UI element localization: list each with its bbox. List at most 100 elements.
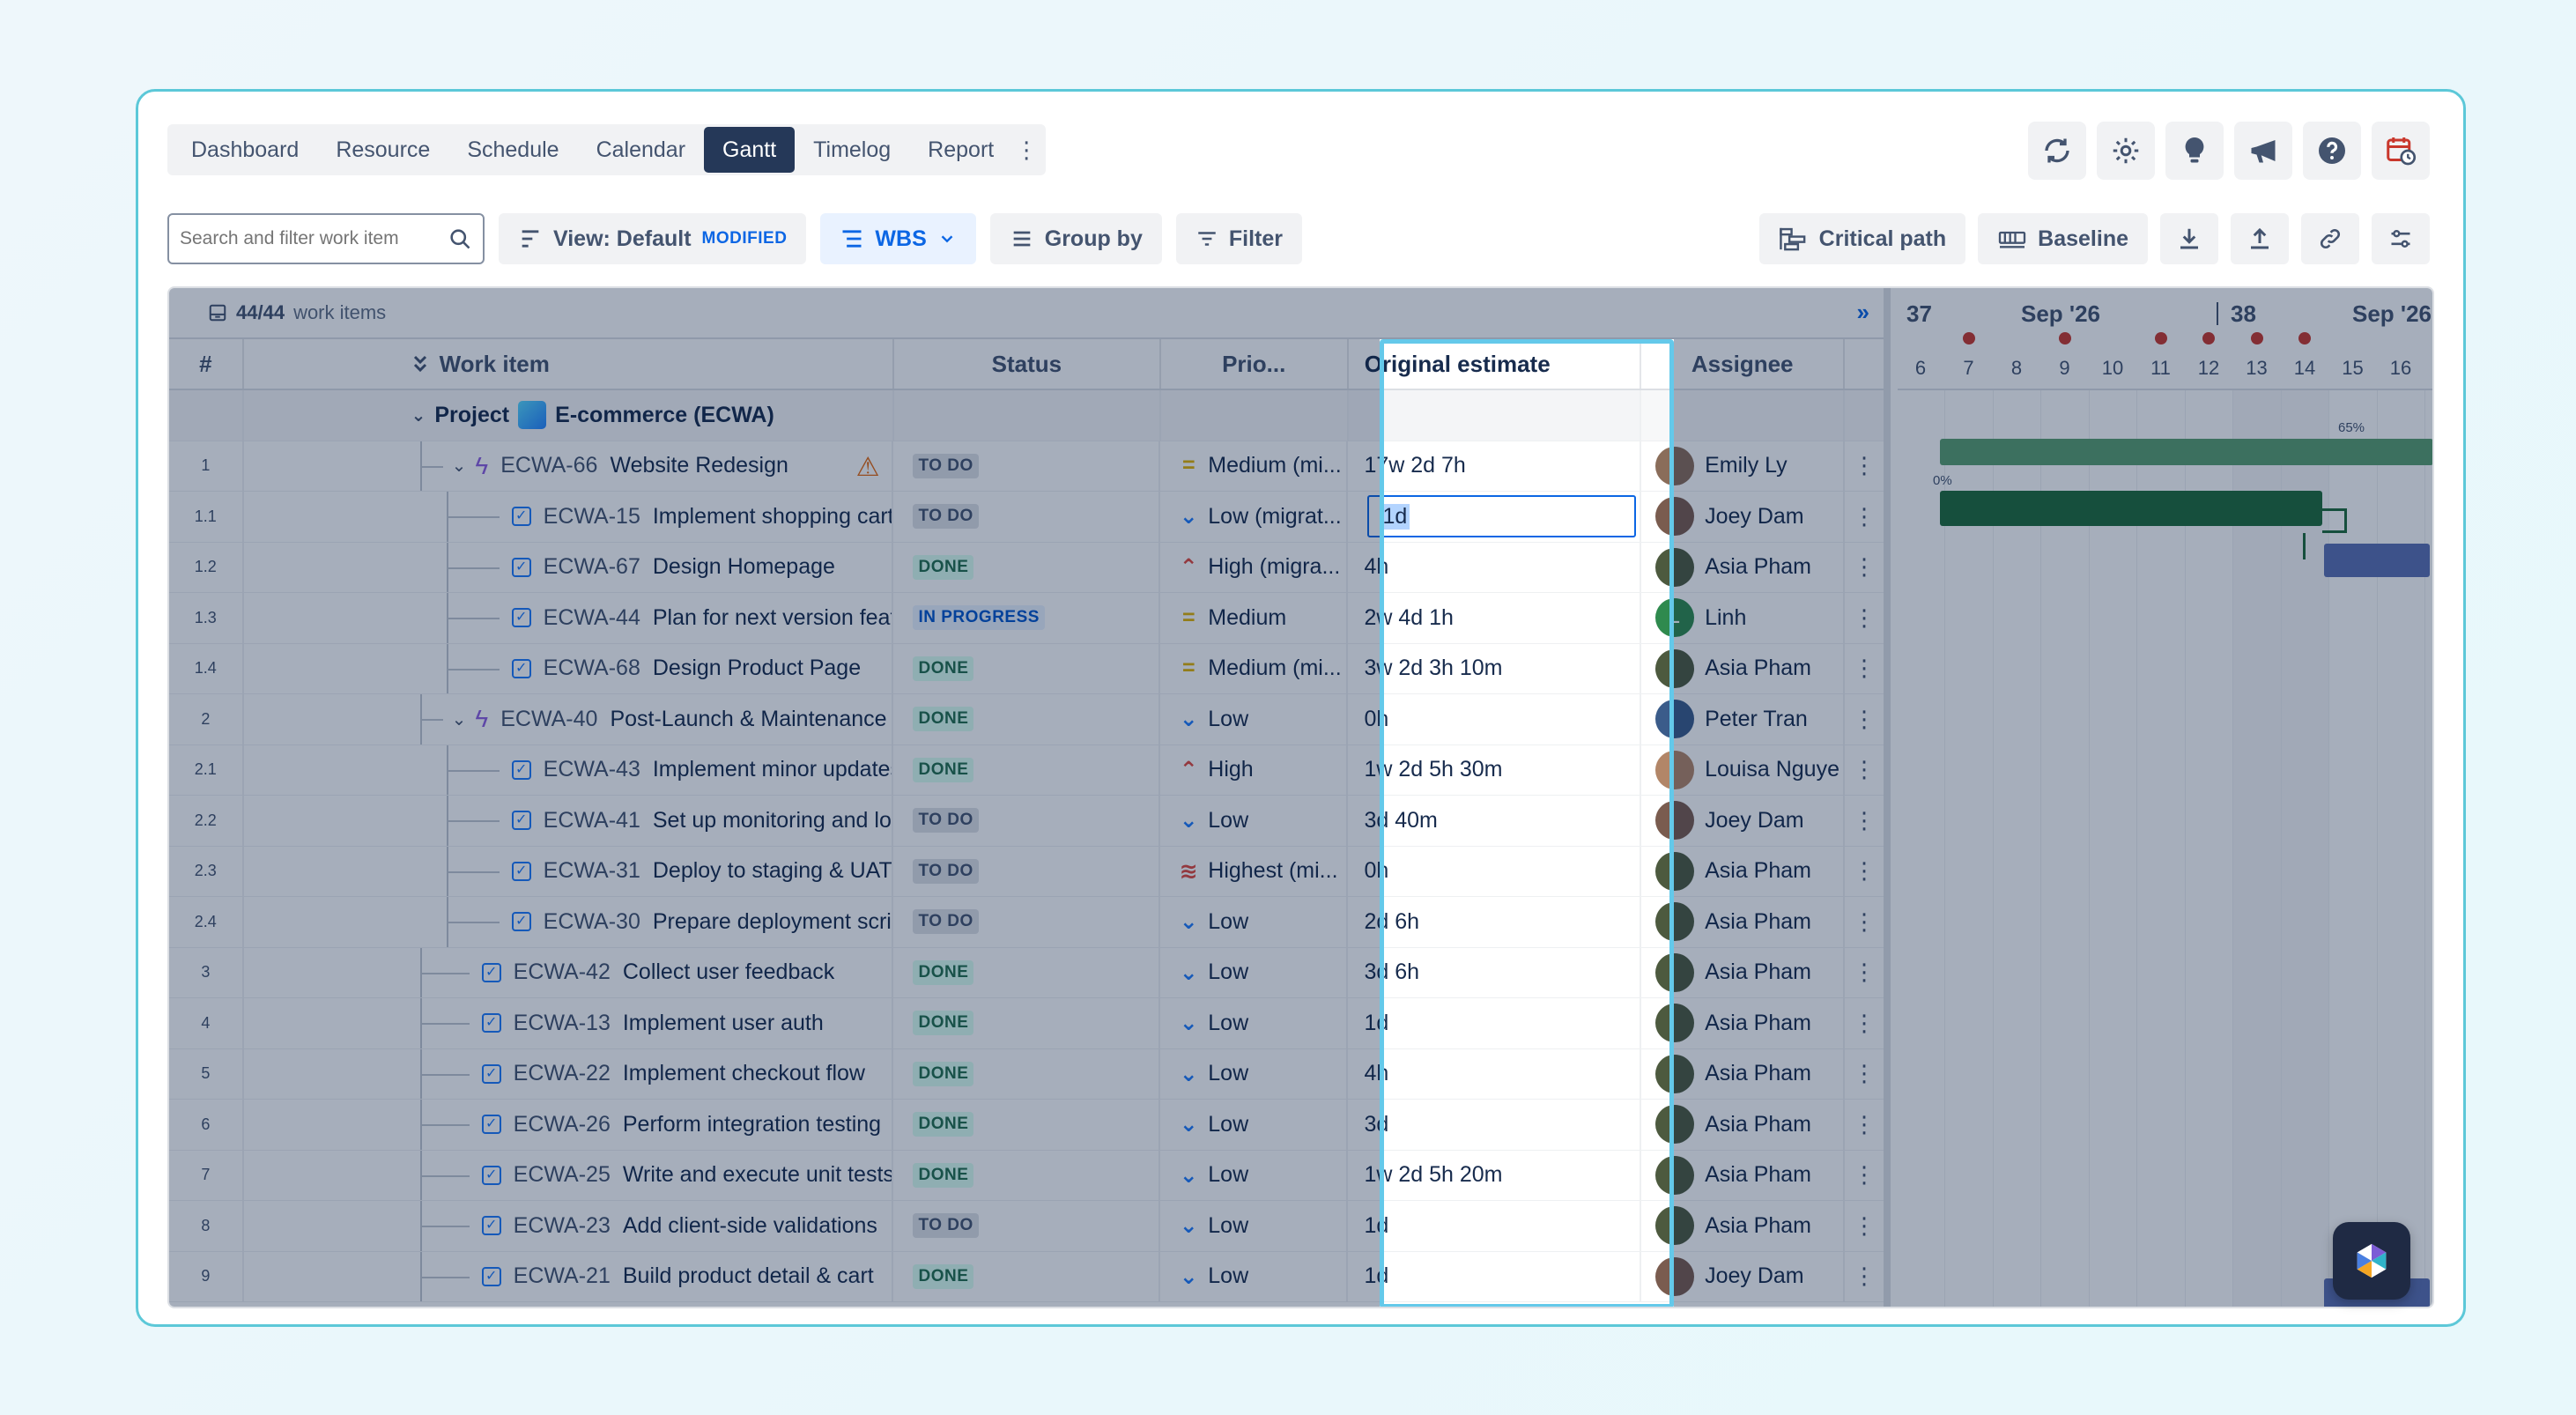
tab-calendar[interactable]: Calendar xyxy=(578,127,704,173)
table-row[interactable]: 1.2 ✓ ECWA-67 Design Homepage DONE ⌃ Hig… xyxy=(169,542,1884,593)
row-menu-icon[interactable]: ⋮ xyxy=(1845,1252,1884,1302)
assignee-cell[interactable]: Asia Pham xyxy=(1641,1150,1846,1200)
chevron-down-icon[interactable]: ⌄ xyxy=(452,708,467,730)
table-row[interactable]: 4 ✓ ECWA-13 Implement user auth DONE ⌄ L… xyxy=(169,998,1884,1049)
tab-resource[interactable]: Resource xyxy=(317,127,448,173)
link-icon[interactable] xyxy=(2301,213,2359,264)
expand-chart-icon[interactable]: » xyxy=(1857,299,1869,326)
table-row[interactable]: 1.3 ✓ ECWA-44 Plan for next version feat… xyxy=(169,593,1884,644)
work-item-cell[interactable]: ⌄ ϟ ECWA-40 Post-Launch & Maintenance xyxy=(244,694,894,745)
estimate-cell[interactable]: 3d xyxy=(1348,1100,1642,1150)
holiday-marker[interactable] xyxy=(2154,332,2167,344)
status-cell[interactable]: TO DO xyxy=(893,1201,1161,1251)
sync-icon[interactable] xyxy=(2028,122,2086,180)
work-item-key[interactable]: ECWA-23 xyxy=(514,1213,611,1239)
collapse-all-icon[interactable] xyxy=(411,354,429,374)
priority-cell[interactable]: ⌃ High xyxy=(1160,745,1349,795)
assignee-cell[interactable]: Louisa Nguye xyxy=(1641,745,1846,795)
table-row[interactable]: 3 ✓ ECWA-42 Collect user feedback DONE ⌄… xyxy=(169,947,1884,998)
holiday-marker[interactable] xyxy=(2250,332,2263,344)
priority-cell[interactable]: ⌄ Low xyxy=(1160,1201,1349,1251)
work-item-key[interactable]: ECWA-26 xyxy=(514,1112,611,1137)
priority-cell[interactable]: ⌄ Low xyxy=(1160,1251,1349,1301)
view-selector-button[interactable]: View: Default MODIFIED xyxy=(499,213,807,264)
assignee-cell[interactable]: Asia Pham xyxy=(1641,542,1846,592)
wbs-button[interactable]: WBS xyxy=(820,213,976,264)
row-menu-icon[interactable]: ⋮ xyxy=(1845,745,1884,796)
status-cell[interactable]: DONE xyxy=(893,745,1161,795)
assignee-cell[interactable]: L Linh xyxy=(1641,593,1846,643)
work-item-key[interactable]: ECWA-22 xyxy=(514,1061,611,1086)
priority-cell[interactable]: = Medium (mi... xyxy=(1160,643,1349,693)
tab-timelog[interactable]: Timelog xyxy=(795,127,909,173)
table-row[interactable]: 2.3 ✓ ECWA-31 Deploy to staging & UAT TO… xyxy=(169,846,1884,897)
assignee-cell[interactable]: Asia Pham xyxy=(1641,897,1846,947)
work-item-cell[interactable]: ✓ ECWA-44 Plan for next version featur..… xyxy=(244,593,894,643)
settings-sliders-icon[interactable] xyxy=(2372,213,2430,264)
priority-cell[interactable]: ⌄ Low (migrat... xyxy=(1160,492,1349,542)
status-cell[interactable]: TO DO xyxy=(893,796,1161,846)
work-item-title[interactable]: Plan for next version featur... xyxy=(653,605,892,631)
table-row[interactable]: 2.4 ✓ ECWA-30 Prepare deployment scripts… xyxy=(169,897,1884,948)
row-menu-icon[interactable]: ⋮ xyxy=(1845,897,1884,947)
work-item-key[interactable]: ECWA-66 xyxy=(500,453,597,478)
work-item-title[interactable]: Implement shopping cart xyxy=(653,504,892,530)
assignee-cell[interactable]: Asia Pham xyxy=(1641,1201,1846,1251)
row-menu-icon[interactable]: ⋮ xyxy=(1845,1151,1884,1201)
warning-icon[interactable]: ⚠ xyxy=(856,452,880,483)
estimate-cell[interactable]: 3d 6h xyxy=(1348,947,1642,997)
assistant-fab-button[interactable] xyxy=(2333,1222,2410,1300)
work-item-key[interactable]: ECWA-13 xyxy=(514,1011,611,1036)
work-item-title[interactable]: Implement checkout flow xyxy=(623,1061,865,1086)
priority-cell[interactable]: ⌄ Low xyxy=(1160,796,1349,846)
table-row[interactable]: 1 ⌄ ϟ ECWA-66 Website Redesign ⚠ TO DO = … xyxy=(169,441,1884,492)
status-cell[interactable]: DONE xyxy=(893,998,1161,1048)
priority-cell[interactable]: = Medium xyxy=(1160,593,1349,643)
status-cell[interactable]: DONE xyxy=(893,1100,1161,1150)
status-cell[interactable]: TO DO xyxy=(893,897,1161,947)
work-item-key[interactable]: ECWA-43 xyxy=(544,757,640,782)
work-item-title[interactable]: Design Product Page xyxy=(653,656,861,681)
work-item-key[interactable]: ECWA-42 xyxy=(514,959,611,985)
table-row[interactable]: 2.2 ✓ ECWA-41 Set up monitoring and logg… xyxy=(169,796,1884,847)
assignee-cell[interactable]: Peter Tran xyxy=(1641,694,1846,745)
work-item-title[interactable]: Implement user auth xyxy=(623,1011,824,1036)
holiday-marker[interactable] xyxy=(2202,332,2215,344)
estimate-cell[interactable]: 1w 2d 5h 20m xyxy=(1348,1150,1642,1200)
estimate-cell[interactable]: 1d xyxy=(1348,1251,1642,1301)
holiday-marker[interactable] xyxy=(2298,332,2311,344)
estimate-cell[interactable]: 2d 6h xyxy=(1348,897,1642,947)
assignee-cell[interactable]: Asia Pham xyxy=(1641,947,1846,997)
work-item-cell[interactable]: ✓ ECWA-31 Deploy to staging & UAT xyxy=(244,846,894,896)
estimate-cell[interactable]: 3d 40m xyxy=(1348,796,1642,846)
priority-cell[interactable]: ⌄ Low xyxy=(1160,1048,1349,1099)
priority-cell[interactable]: = Medium (mi... xyxy=(1160,441,1349,491)
estimate-cell[interactable]: 4h xyxy=(1348,542,1642,592)
gantt-bar-ecwa-15[interactable] xyxy=(1940,491,2322,526)
calendar-clock-icon[interactable] xyxy=(2372,122,2430,180)
estimate-edit-input[interactable]: 1d xyxy=(1367,495,1637,538)
row-menu-icon[interactable]: ⋮ xyxy=(1845,593,1884,643)
gear-icon[interactable] xyxy=(2097,122,2155,180)
priority-cell[interactable]: ⌄ Low xyxy=(1160,947,1349,997)
work-item-cell[interactable]: ✓ ECWA-21 Build product detail & cart xyxy=(244,1251,894,1301)
assignee-cell[interactable]: Joey Dam xyxy=(1641,492,1846,542)
estimate-cell[interactable]: 4h xyxy=(1348,1048,1642,1099)
estimate-cell[interactable]: 0h xyxy=(1348,694,1642,745)
work-item-cell[interactable]: ✓ ECWA-13 Implement user auth xyxy=(244,998,894,1048)
gantt-bar-ecwa-66[interactable] xyxy=(1940,439,2432,465)
dependency-link[interactable] xyxy=(2322,508,2347,533)
estimate-cell[interactable]: 3w 2d 3h 10m xyxy=(1348,643,1642,693)
assignee-cell[interactable]: Asia Pham xyxy=(1641,998,1846,1048)
estimate-cell[interactable]: 2w 4d 1h xyxy=(1348,593,1642,643)
group-by-button[interactable]: Group by xyxy=(989,213,1162,264)
search-input[interactable] xyxy=(180,228,448,249)
row-menu-icon[interactable]: ⋮ xyxy=(1845,694,1884,745)
table-row[interactable]: 1.4 ✓ ECWA-68 Design Product Page DONE =… xyxy=(169,643,1884,694)
work-item-title[interactable]: Collect user feedback xyxy=(623,959,834,985)
row-menu-icon[interactable]: ⋮ xyxy=(1845,644,1884,694)
work-item-cell[interactable]: ✓ ECWA-15 Implement shopping cart xyxy=(244,492,894,542)
work-item-title[interactable]: Write and execute unit tests xyxy=(623,1162,892,1188)
assignee-cell[interactable]: Asia Pham xyxy=(1641,1048,1846,1099)
download-icon[interactable] xyxy=(2160,213,2218,264)
